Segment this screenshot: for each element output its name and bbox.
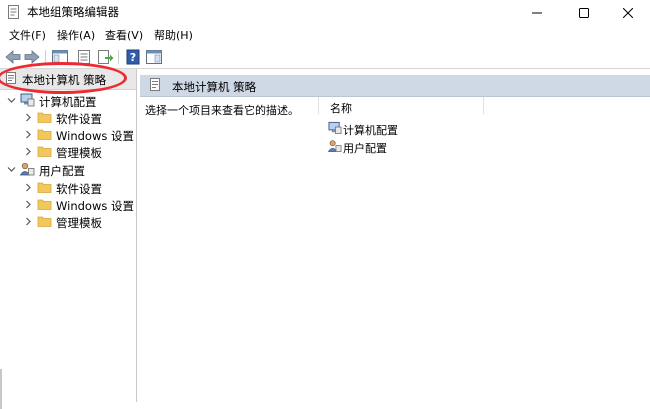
menu-bar: 文件(F) 操作(A) 查看(V) 帮助(H) — [0, 27, 650, 45]
chevron-right-icon[interactable] — [24, 217, 33, 226]
scroll-strip — [0, 369, 2, 409]
maximize-button[interactable] — [562, 0, 606, 26]
folder-icon — [37, 199, 52, 210]
chevron-right-icon[interactable] — [24, 183, 33, 192]
list-item-user-config[interactable]: 用户配置 — [328, 139, 478, 155]
policy-document-icon — [6, 72, 16, 84]
computer-config-icon — [328, 121, 342, 134]
tree-root-local-policy[interactable]: 本地计算机 策略 — [0, 69, 136, 90]
close-button[interactable] — [606, 0, 650, 26]
tree-item-software-settings[interactable]: 软件设置 — [24, 110, 134, 127]
folder-icon — [37, 146, 52, 157]
svg-text:?: ? — [130, 51, 136, 64]
computer-config-icon — [20, 93, 35, 107]
chevron-down-icon[interactable] — [7, 165, 16, 174]
tree-label-admin-templates: 管理模板 — [56, 216, 102, 230]
tree-label-software-settings: 软件设置 — [56, 182, 102, 196]
column-header-name[interactable]: 名称 — [330, 100, 352, 116]
user-config-icon — [20, 162, 35, 176]
list-label-computer-config: 计算机配置 — [343, 124, 398, 137]
export-list-icon[interactable] — [96, 49, 114, 65]
minimize-icon — [532, 12, 542, 14]
chevron-down-icon[interactable] — [7, 96, 16, 105]
menu-file[interactable]: 文件(F) — [9, 29, 46, 43]
toolbar-separator — [118, 50, 119, 64]
tree-item-windows-settings[interactable]: Windows 设置 — [24, 197, 134, 214]
show-hide-action-pane-icon[interactable] — [145, 49, 163, 65]
console-tree: 本地计算机 策略 计算机配置 软件设置 Windows 设置 管理模板 用户配置… — [0, 69, 137, 409]
properties-icon[interactable] — [75, 49, 93, 65]
tree-root-label: 本地计算机 策略 — [22, 73, 107, 87]
tree-label-computer-config: 计算机配置 — [39, 95, 97, 109]
menu-help[interactable]: 帮助(H) — [154, 29, 193, 43]
details-header-title: 本地计算机 策略 — [172, 80, 257, 94]
chevron-right-icon[interactable] — [24, 200, 33, 209]
help-icon[interactable]: ? — [124, 49, 142, 65]
column-divider[interactable] — [318, 97, 319, 114]
list-label-user-config: 用户配置 — [343, 142, 387, 155]
user-config-icon — [328, 140, 342, 152]
policy-document-icon — [8, 5, 19, 19]
chevron-right-icon[interactable] — [24, 147, 33, 156]
tree-item-admin-templates[interactable]: 管理模板 — [24, 214, 134, 231]
policy-document-icon — [150, 78, 160, 91]
column-divider[interactable] — [483, 97, 484, 114]
folder-icon — [37, 182, 52, 193]
menu-action[interactable]: 操作(A) — [57, 29, 95, 43]
folder-icon — [37, 112, 52, 123]
details-pane: 本地计算机 策略 选择一个项目来查看它的描述。 名称 计算机配置 用户配置 — [140, 69, 650, 402]
tree-label-admin-templates: 管理模板 — [56, 146, 102, 160]
back-arrow-icon[interactable] — [4, 49, 22, 65]
toolbar: ? — [0, 46, 650, 69]
description-text: 选择一个项目来查看它的描述。 — [145, 104, 299, 117]
tree-item-windows-settings[interactable]: Windows 设置 — [24, 127, 134, 144]
menu-view[interactable]: 查看(V) — [105, 29, 143, 43]
list-item-computer-config[interactable]: 计算机配置 — [328, 121, 478, 137]
tree-label-windows-settings: Windows 设置 — [56, 199, 134, 213]
window-title: 本地组策略编辑器 — [27, 5, 119, 19]
tree-item-admin-templates[interactable]: 管理模板 — [24, 144, 134, 161]
tree-item-user-config[interactable]: 用户配置 — [7, 162, 135, 179]
chevron-right-icon[interactable] — [24, 113, 33, 122]
tree-label-user-config: 用户配置 — [39, 164, 85, 178]
tree-label-software-settings: 软件设置 — [56, 112, 102, 126]
tree-label-windows-settings: Windows 设置 — [56, 129, 134, 143]
toolbar-separator — [45, 50, 46, 64]
forward-arrow-icon[interactable] — [23, 49, 41, 65]
tree-item-software-settings[interactable]: 软件设置 — [24, 180, 134, 197]
minimize-button[interactable] — [515, 0, 559, 26]
folder-icon — [37, 129, 52, 140]
title-bar: 本地组策略编辑器 — [0, 0, 650, 26]
show-hide-tree-icon[interactable] — [51, 49, 69, 65]
close-icon — [623, 8, 633, 18]
folder-icon — [37, 216, 52, 227]
maximize-icon — [579, 8, 589, 18]
chevron-right-icon[interactable] — [24, 130, 33, 139]
tree-item-computer-config[interactable]: 计算机配置 — [7, 93, 135, 110]
details-header: 本地计算机 策略 — [140, 75, 650, 97]
